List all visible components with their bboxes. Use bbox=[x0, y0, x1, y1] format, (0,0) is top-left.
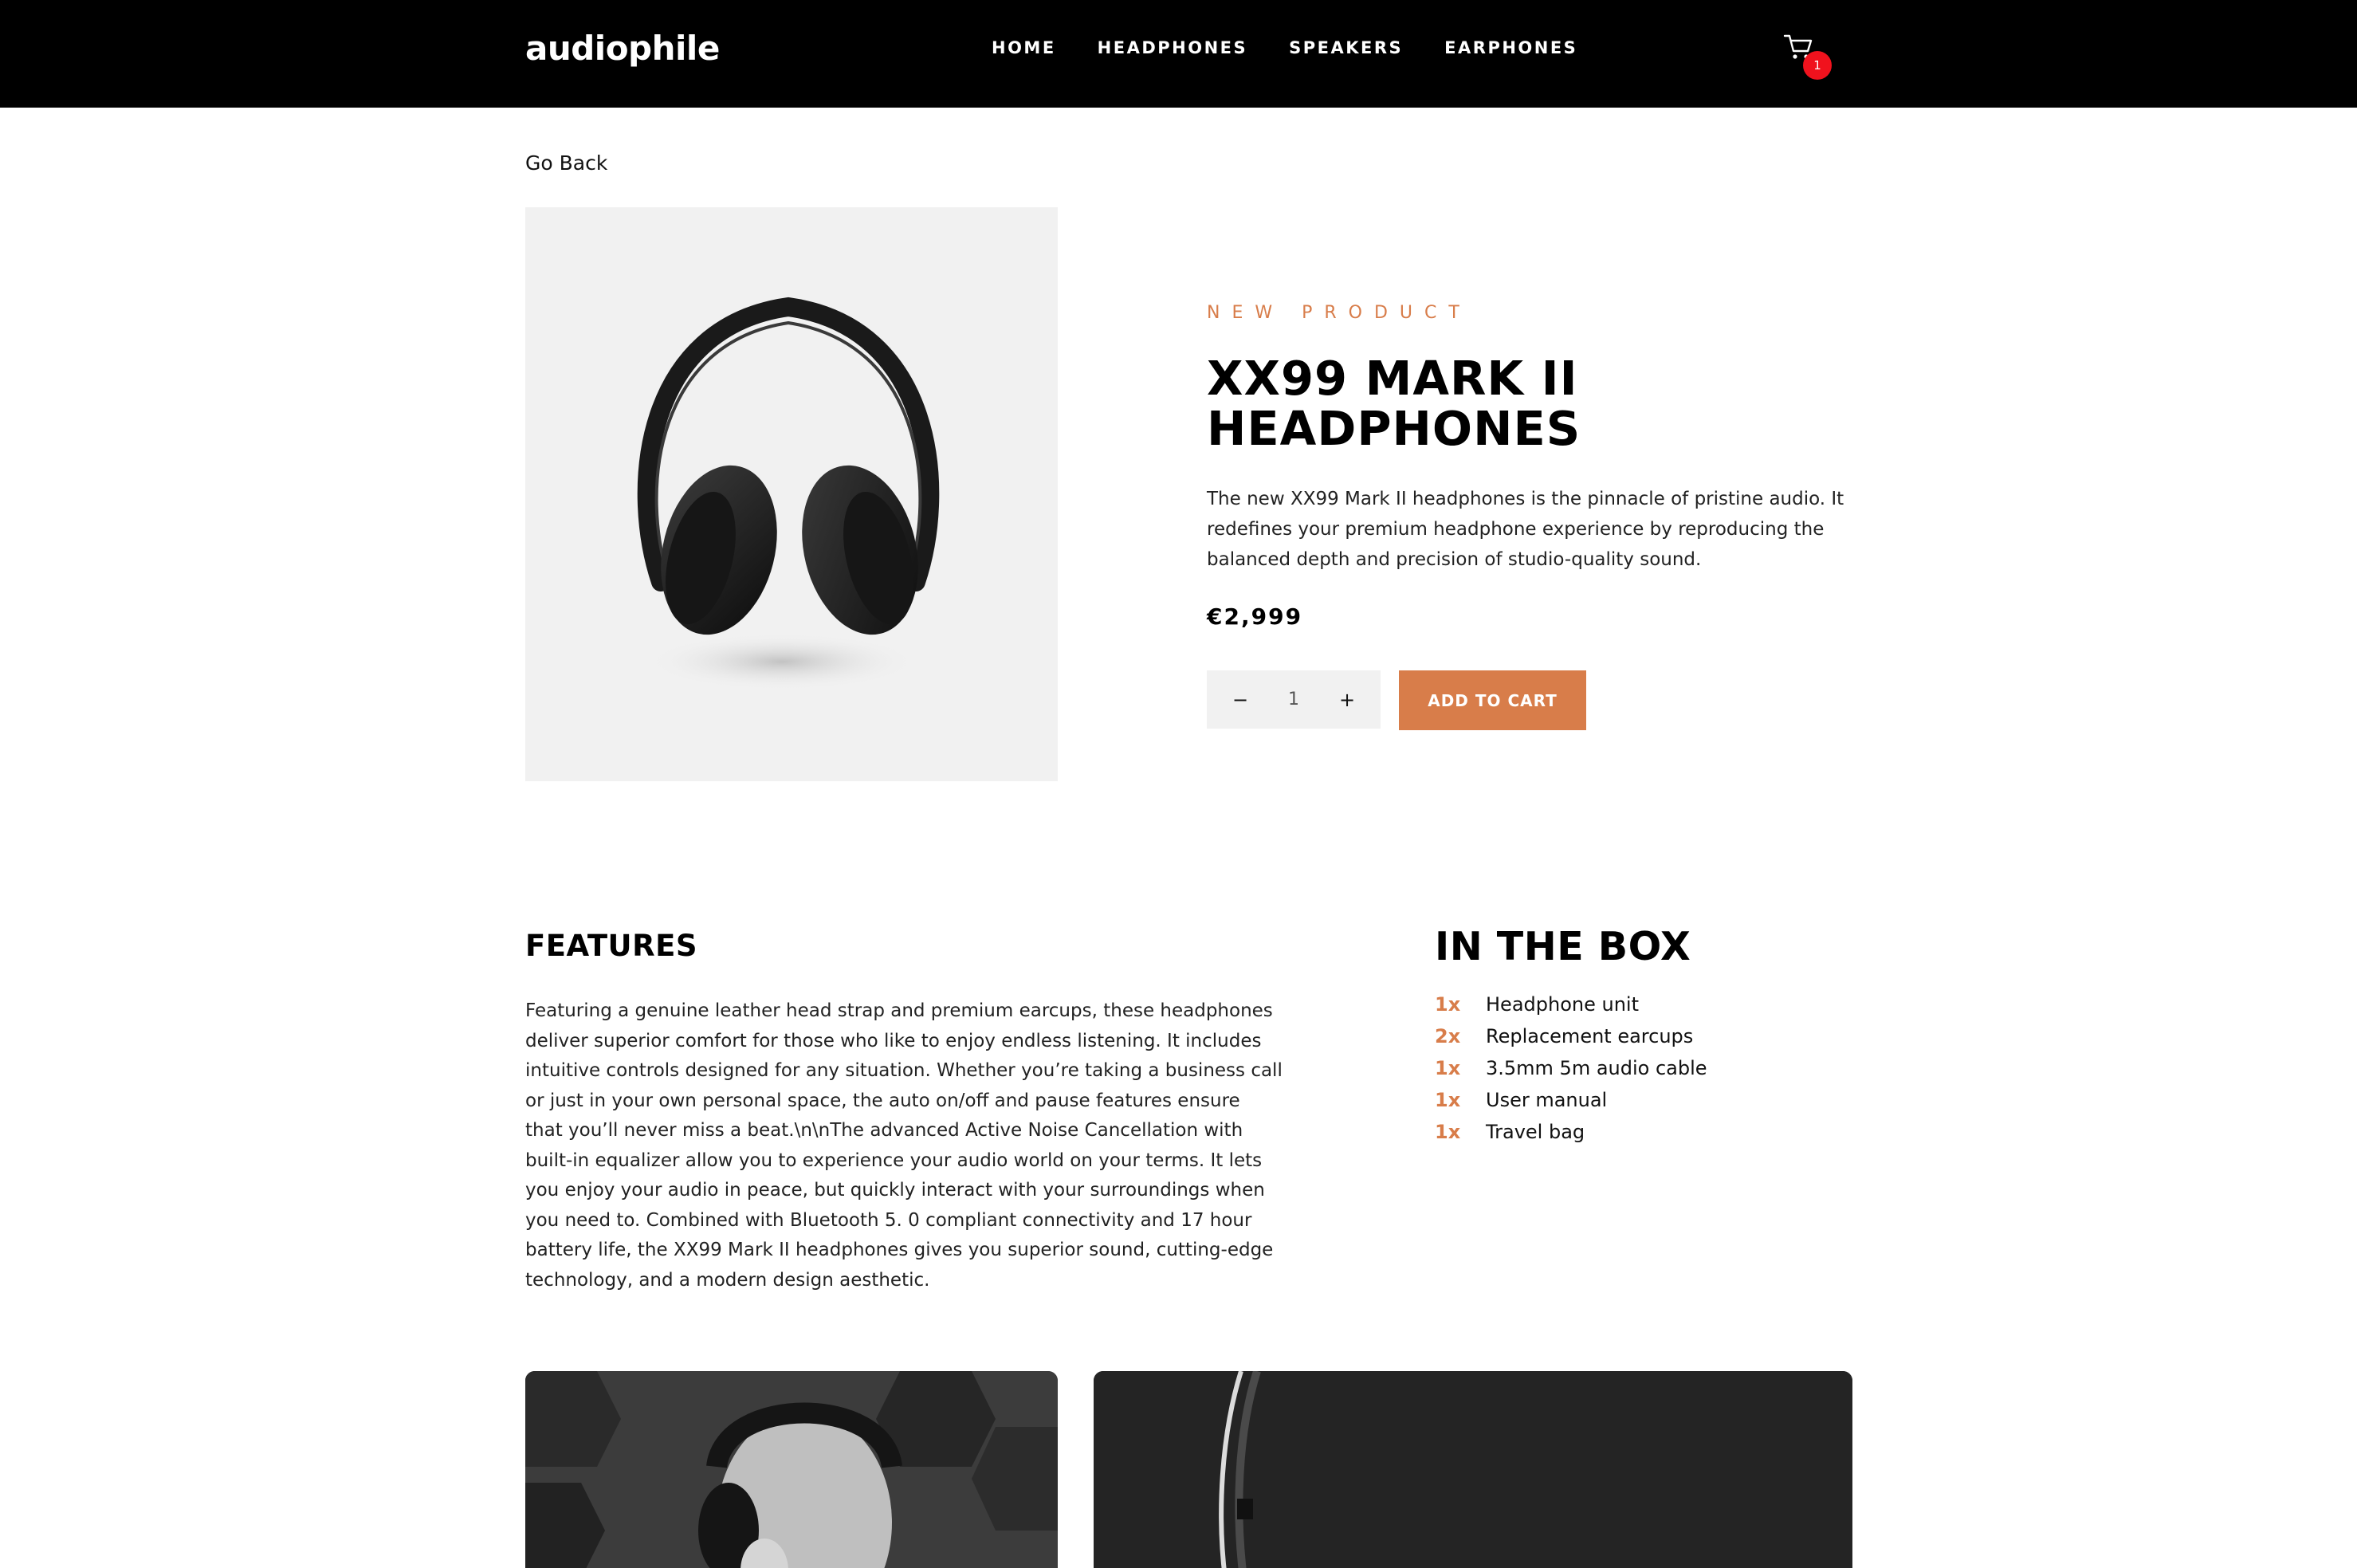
cart-button[interactable]: 1 bbox=[1783, 33, 1832, 80]
decrement-button[interactable]: − bbox=[1231, 689, 1250, 711]
product-title: XX99 MARK II HEADPHONES bbox=[1207, 353, 1685, 454]
headphones-image bbox=[637, 297, 940, 690]
item-name: Headphone unit bbox=[1486, 993, 1639, 1016]
item-name: Travel bag bbox=[1486, 1121, 1585, 1143]
product-title-line-1: XX99 MARK II bbox=[1207, 351, 1578, 406]
item-name: Replacement earcups bbox=[1486, 1025, 1694, 1047]
item-quantity: 1x bbox=[1435, 1089, 1461, 1111]
product-price: €2,999 bbox=[1207, 603, 1303, 630]
item-quantity: 1x bbox=[1435, 1121, 1461, 1143]
main-nav: HOME HEADPHONES SPEAKERS EARPHONES bbox=[992, 38, 1577, 57]
list-item: 2x Replacement earcups bbox=[1435, 1020, 1707, 1052]
quantity-value[interactable]: 1 bbox=[1288, 690, 1299, 709]
quantity-stepper: − 1 + bbox=[1207, 670, 1381, 729]
item-name: User manual bbox=[1486, 1089, 1608, 1111]
add-to-cart-button[interactable]: ADD TO CART bbox=[1399, 670, 1586, 730]
list-item: 1x User manual bbox=[1435, 1084, 1707, 1116]
item-quantity: 2x bbox=[1435, 1025, 1461, 1047]
product-title-line-2: HEADPHONES bbox=[1207, 401, 1581, 456]
cart-count-badge: 1 bbox=[1803, 51, 1832, 80]
features-title: FEATURES bbox=[525, 929, 698, 963]
item-name: 3.5mm 5m audio cable bbox=[1486, 1057, 1707, 1079]
list-item: 1x Headphone unit bbox=[1435, 988, 1707, 1020]
product-image bbox=[525, 207, 1058, 781]
top-navbar: audiophile HOME HEADPHONES SPEAKERS EARP… bbox=[0, 0, 2357, 108]
item-quantity: 1x bbox=[1435, 1057, 1461, 1079]
nav-home[interactable]: HOME bbox=[992, 38, 1056, 57]
product-description: The new XX99 Mark II headphones is the p… bbox=[1207, 489, 1844, 570]
list-item: 1x 3.5mm 5m audio cable bbox=[1435, 1052, 1707, 1084]
gallery-image-man-with-headphones bbox=[525, 1371, 1058, 1568]
in-the-box-list: 1x Headphone unit 2x Replacement earcups… bbox=[1435, 988, 1707, 1148]
gallery-image-headphones-closeup bbox=[1094, 1371, 1852, 1568]
gallery-photo bbox=[1094, 1371, 1852, 1568]
in-the-box-title: IN THE BOX bbox=[1435, 924, 1691, 969]
nav-earphones[interactable]: EARPHONES bbox=[1444, 38, 1577, 57]
increment-button[interactable]: + bbox=[1338, 689, 1357, 711]
features-text: Featuring a genuine leather head strap a… bbox=[525, 1000, 1283, 1291]
go-back-link[interactable]: Go Back bbox=[525, 151, 607, 175]
new-product-label: NEW PRODUCT bbox=[1207, 303, 1471, 323]
list-item: 1x Travel bag bbox=[1435, 1116, 1707, 1148]
nav-speakers[interactable]: SPEAKERS bbox=[1289, 38, 1403, 57]
item-quantity: 1x bbox=[1435, 993, 1461, 1016]
logo[interactable]: audiophile bbox=[525, 29, 720, 68]
gallery-photo bbox=[525, 1371, 1058, 1568]
nav-headphones[interactable]: HEADPHONES bbox=[1098, 38, 1247, 57]
